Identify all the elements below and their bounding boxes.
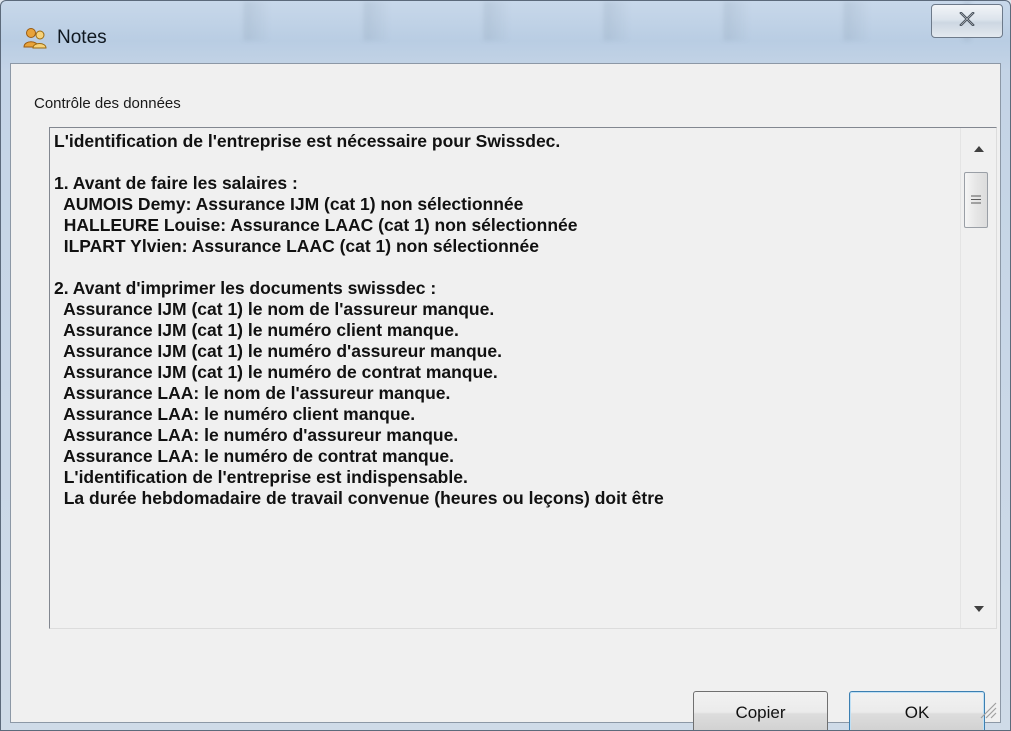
text-line: Assurance LAA: le numéro d'assureur manq… <box>54 425 459 445</box>
arrow-up-icon <box>974 139 984 157</box>
text-line: La durée hebdomadaire de travail convenu… <box>54 488 664 508</box>
dialog-body: Contrôle des données L'identification de… <box>10 63 1001 730</box>
scroll-up-button[interactable] <box>961 130 996 166</box>
text-line <box>54 257 960 278</box>
title-bar[interactable]: Notes <box>1 1 1010 63</box>
text-line: 1. Avant de faire les salaires : <box>54 173 298 193</box>
people-icon <box>23 27 47 49</box>
close-button[interactable] <box>931 4 1003 38</box>
notes-text[interactable]: L'identification de l'entreprise est néc… <box>50 128 960 628</box>
text-line: ILPART Ylvien: Assurance LAAC (cat 1) no… <box>54 236 539 256</box>
text-line: AUMOIS Demy: Assurance IJM (cat 1) non s… <box>54 194 524 214</box>
notes-textbox[interactable]: L'identification de l'entreprise est néc… <box>49 127 997 629</box>
text-line: Assurance IJM (cat 1) le numéro client m… <box>54 320 459 340</box>
scroll-down-button[interactable] <box>961 590 996 626</box>
text-line: Assurance IJM (cat 1) le numéro d'assure… <box>54 341 502 361</box>
text-line <box>54 152 960 173</box>
text-line: L'identification de l'entreprise est néc… <box>54 131 561 151</box>
text-line: HALLEURE Louise: Assurance LAAC (cat 1) … <box>54 215 578 235</box>
text-line: Assurance LAA: le numéro client manque. <box>54 404 416 424</box>
text-line: L'identification de l'entreprise est ind… <box>54 467 468 487</box>
close-icon <box>959 10 975 31</box>
text-line: Assurance LAA: le nom de l'assureur manq… <box>54 383 451 403</box>
arrow-down-icon <box>974 599 984 617</box>
copy-button[interactable]: Copier <box>693 691 828 730</box>
text-line: Assurance LAA: le numéro de contrat manq… <box>54 446 454 466</box>
resize-grip-icon[interactable] <box>975 697 997 719</box>
text-line: 2. Avant d'imprimer les documents swissd… <box>54 278 437 298</box>
text-line: Assurance IJM (cat 1) le numéro de contr… <box>54 362 498 382</box>
notes-dialog: Notes Contrôle des données L'identificat… <box>0 0 1011 731</box>
scroll-thumb[interactable] <box>964 172 988 228</box>
vertical-scrollbar[interactable] <box>960 128 996 628</box>
ok-button[interactable]: OK <box>849 691 985 730</box>
text-line: Assurance IJM (cat 1) le nom de l'assure… <box>54 299 495 319</box>
data-check-label: Contrôle des données <box>34 95 181 112</box>
window-title: Notes <box>57 27 107 48</box>
grip-lines-icon <box>971 191 981 209</box>
